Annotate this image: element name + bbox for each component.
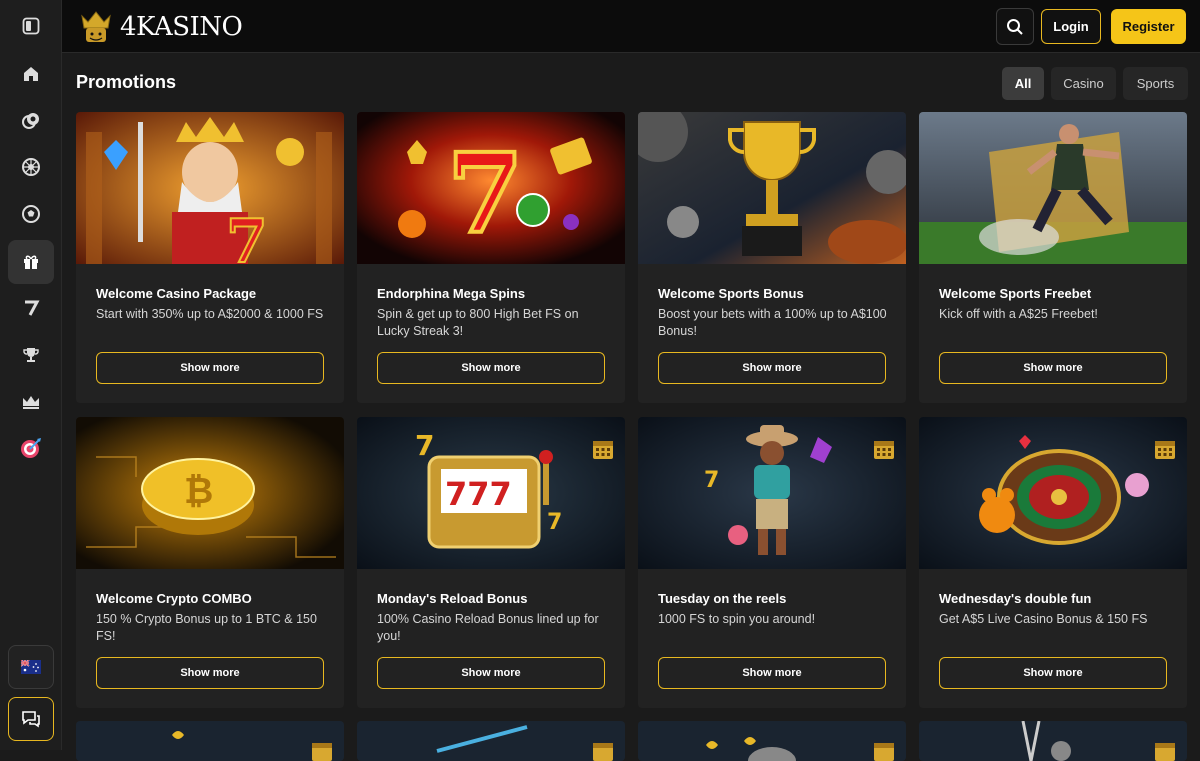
promo-card: Wednesday's double fun Get A$5 Live Casi… <box>919 417 1187 708</box>
show-more-button[interactable]: Show more <box>377 657 605 689</box>
search-button[interactable] <box>996 8 1034 45</box>
promotion-filters: All Casino Sports <box>1002 67 1188 100</box>
toggle-sidebar-icon[interactable] <box>8 4 54 48</box>
show-more-button[interactable]: Show more <box>658 352 886 384</box>
promo-title: Welcome Casino Package <box>96 286 257 301</box>
slot-machine-illustration: 777 7 7 <box>357 417 625 569</box>
promo-card-partial <box>357 721 625 761</box>
promo-card: Welcome Sports Freebet Kick off with a A… <box>919 112 1187 403</box>
promo-image-partial <box>357 721 625 761</box>
sidebar <box>0 0 62 750</box>
promo-title: Wednesday's double fun <box>939 591 1092 606</box>
home-icon[interactable] <box>8 52 54 96</box>
calendar-icon <box>312 743 332 761</box>
roulette-gummy-bear-illustration <box>919 417 1187 569</box>
promo-image-partial <box>919 721 1187 761</box>
promo-title: Welcome Crypto COMBO <box>96 591 252 606</box>
promo-description: 100% Casino Reload Bonus lined up for yo… <box>377 612 599 643</box>
svg-text:7: 7 <box>226 207 268 264</box>
promo-description: Get A$5 Live Casino Bonus & 150 FS <box>939 612 1148 626</box>
logo-text: 4KASINO <box>120 12 243 42</box>
login-button[interactable]: Login <box>1041 9 1101 44</box>
crown-icon[interactable] <box>8 380 54 424</box>
calendar-icon <box>593 743 613 761</box>
promo-title: Welcome Sports Bonus <box>658 286 804 301</box>
show-more-button[interactable]: Show more <box>939 657 1167 689</box>
svg-text:7: 7 <box>704 468 719 493</box>
promo-card-partial <box>919 721 1187 761</box>
promo-image-partial <box>76 721 344 761</box>
promo-card: 7 Endorphina Mega Spins Spin & get up to… <box>357 112 625 403</box>
promo-description: 150 % Crypto Bonus up to 1 BTC & 150 FS! <box>96 612 317 643</box>
casino-chips-icon[interactable] <box>8 99 54 143</box>
promo-description: Spin & get up to 800 High Bet FS on Luck… <box>377 307 579 338</box>
roulette-icon[interactable] <box>8 145 54 189</box>
promo-description: 1000 FS to spin you around! <box>658 612 816 626</box>
top-header: 4KASINO Login Register <box>62 0 1200 53</box>
svg-text:777: 777 <box>445 475 512 513</box>
promo-description: Kick off with a A$25 Freebet! <box>939 307 1098 321</box>
svg-text:7: 7 <box>415 429 434 462</box>
lucky-seven-illustration: 7 <box>357 112 625 264</box>
svg-text:7: 7 <box>447 129 524 258</box>
promo-card: ₿ Welcome Crypto COMBO 150 % Crypto Bonu… <box>76 417 344 708</box>
filter-all[interactable]: All <box>1002 67 1044 100</box>
chat-icon[interactable] <box>8 697 54 741</box>
show-more-button[interactable]: Show more <box>96 657 324 689</box>
bitcoin-coin-illustration: ₿ <box>76 417 344 569</box>
promo-card: 7 Tuesday on the reels 1000 FS to spin y… <box>638 417 906 708</box>
promo-description: Start with 350% up to A$2000 & 1000 FS <box>96 307 324 321</box>
australia-flag-icon[interactable] <box>8 645 54 689</box>
filter-sports[interactable]: Sports <box>1123 67 1188 100</box>
promo-title: Monday's Reload Bonus <box>377 591 528 606</box>
promo-card: 777 7 7 Monday's Reload Bonus 100% Casin… <box>357 417 625 708</box>
promo-description: Boost your bets with a 100% up to A$100 … <box>658 307 887 338</box>
promo-title: Tuesday on the reels <box>658 591 787 606</box>
cowboy-character-illustration: 7 <box>638 417 906 569</box>
svg-text:₿: ₿ <box>184 471 213 512</box>
seven-icon[interactable] <box>8 286 54 330</box>
filter-casino[interactable]: Casino <box>1051 67 1116 100</box>
promo-card: 7 Welcome Casino Package Start with 350%… <box>76 112 344 403</box>
king-logo-icon <box>81 11 111 42</box>
soccer-player-illustration <box>919 112 1187 264</box>
calendar-icon <box>1155 743 1175 761</box>
promo-title: Endorphina Mega Spins <box>377 286 526 301</box>
show-more-button[interactable]: Show more <box>658 657 886 689</box>
site-logo[interactable]: 4KASINO <box>76 8 243 46</box>
promo-card: Welcome Sports Bonus Boost your bets wit… <box>638 112 906 403</box>
soccer-ball-icon[interactable] <box>8 192 54 236</box>
target-icon[interactable] <box>8 426 54 470</box>
promo-card-partial <box>76 721 344 761</box>
register-button[interactable]: Register <box>1111 9 1186 44</box>
promo-image-partial <box>638 721 906 761</box>
calendar-icon <box>593 441 613 459</box>
calendar-icon <box>874 441 894 459</box>
calendar-icon <box>1155 441 1175 459</box>
show-more-button[interactable]: Show more <box>96 352 324 384</box>
show-more-button[interactable]: Show more <box>939 352 1167 384</box>
page-title: Promotions <box>76 72 177 92</box>
search-icon <box>1007 18 1023 35</box>
promo-card-partial <box>638 721 906 761</box>
trophy-icon[interactable] <box>8 333 54 377</box>
calendar-icon <box>874 743 894 761</box>
king-with-sword-illustration: 7 <box>76 112 344 264</box>
show-more-button[interactable]: Show more <box>377 352 605 384</box>
promo-title: Welcome Sports Freebet <box>939 286 1092 301</box>
gift-icon[interactable] <box>8 240 54 284</box>
svg-text:7: 7 <box>547 510 562 535</box>
golden-trophy-illustration <box>638 112 906 264</box>
